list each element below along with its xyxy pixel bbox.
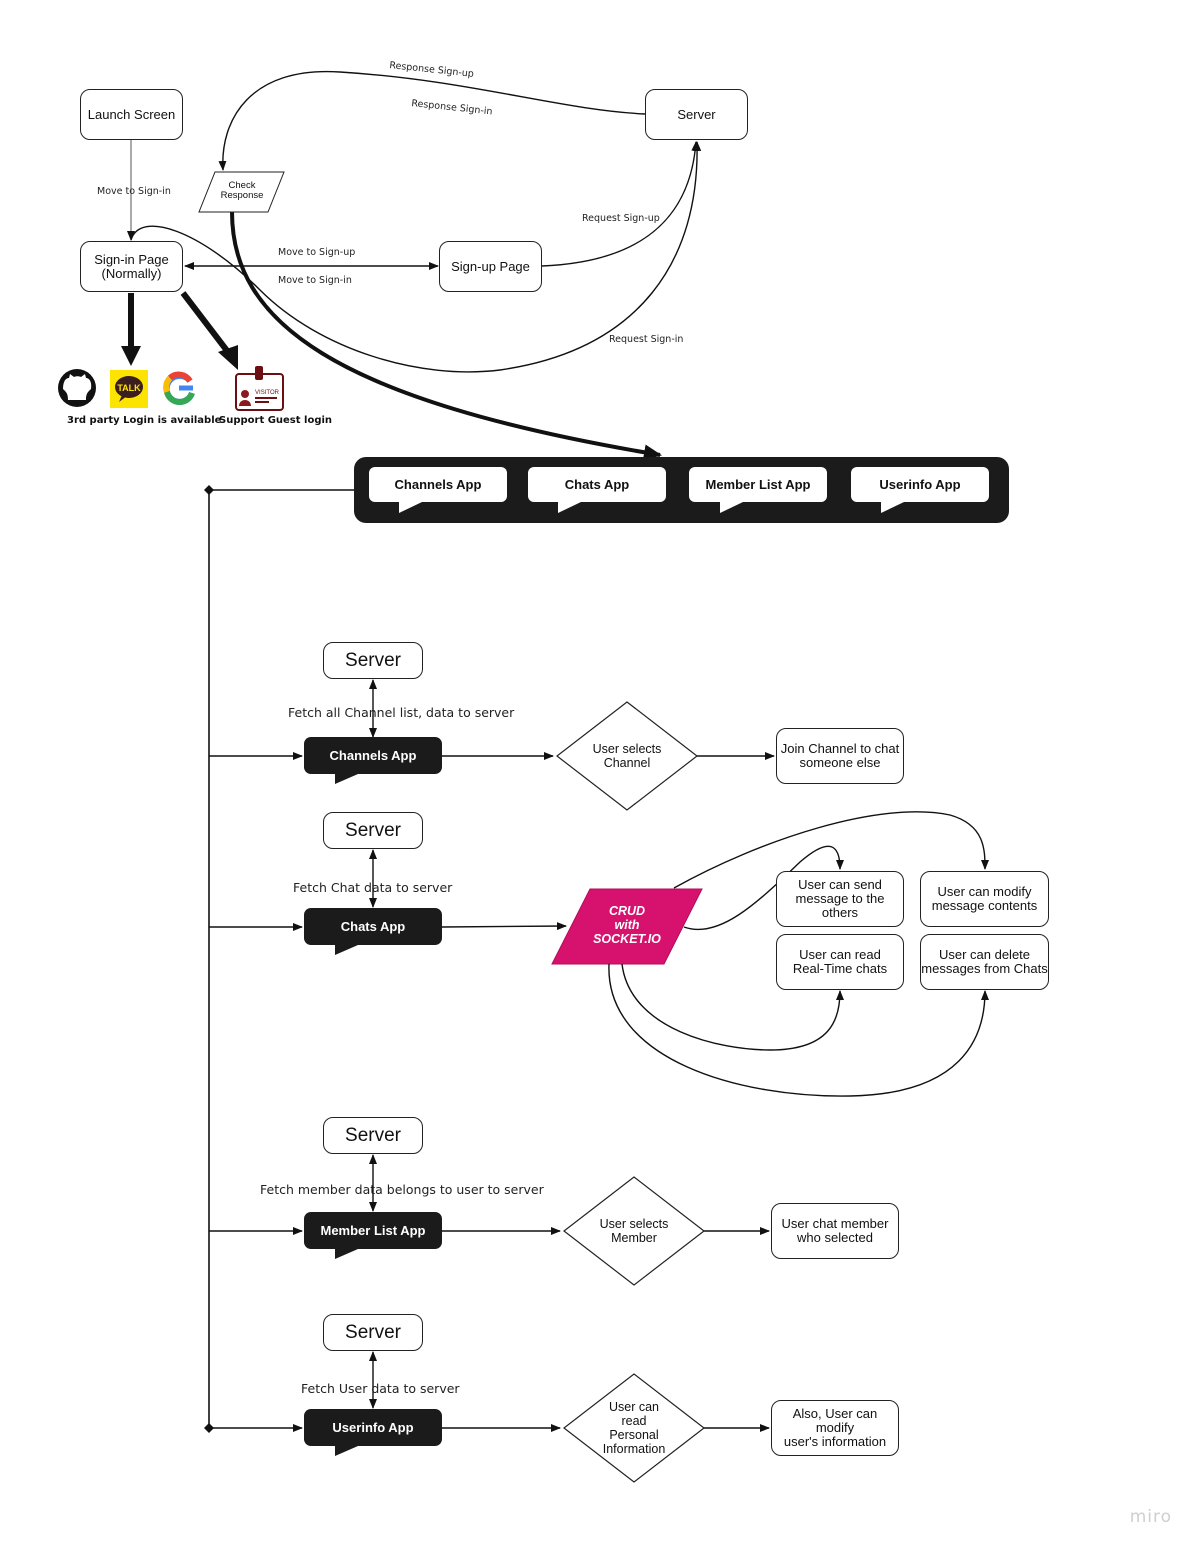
miro-watermark: miro <box>1129 1507 1172 1527</box>
tab-chats-app[interactable]: Chats App <box>528 467 666 502</box>
third-party-login-caption: 3rd party Login is available <box>67 415 222 426</box>
launch-screen-node: Launch Screen <box>80 89 183 140</box>
chats-fetch-label: Fetch Chat data to server <box>293 880 453 895</box>
kakaotalk-icon: TALK <box>110 370 148 408</box>
userinfo-decision: User can read Personal Information <box>602 1400 666 1456</box>
chat-action-delete: User can delete messages from Chats <box>920 934 1049 990</box>
visitor-badge-icon: VISITOR <box>235 366 284 411</box>
channels-decision: User selects Channel <box>592 742 662 770</box>
svg-text:TALK: TALK <box>117 383 141 393</box>
members-server-node: Server <box>323 1117 423 1154</box>
edge-signin-to-guest <box>180 291 231 354</box>
chat-action-read: User can read Real-Time chats <box>776 934 904 990</box>
edge-server-to-check <box>218 70 646 171</box>
channels-fetch-label: Fetch all Channel list, data to server <box>288 705 515 720</box>
chats-app-node: Chats App <box>304 908 442 945</box>
chat-action-modify: User can modify message contents <box>920 871 1049 927</box>
server-node-top: Server <box>645 89 748 140</box>
edge-label-launch-move-signin: Move to Sign-in <box>97 186 171 197</box>
check-response-label: Check Response <box>220 180 264 201</box>
tab-channels-app[interactable]: Channels App <box>369 467 507 502</box>
github-icon <box>58 369 96 407</box>
edge-label-move-signin: Move to Sign-in <box>278 275 352 286</box>
tab-userinfo-app[interactable]: Userinfo App <box>851 467 989 502</box>
signin-page-node: Sign-in Page (Normally) <box>80 241 183 292</box>
userinfo-fetch-label: Fetch User data to server <box>301 1381 460 1396</box>
members-result-node: User chat member who selected <box>771 1203 899 1259</box>
tab-member-list-app[interactable]: Member List App <box>689 467 827 502</box>
edge-label-request-signin: Request Sign-in <box>609 334 684 345</box>
svg-text:VISITOR: VISITOR <box>255 390 280 396</box>
chats-server-node: Server <box>323 812 423 849</box>
channels-result-node: Join Channel to chat someone else <box>776 728 904 784</box>
userinfo-server-node: Server <box>323 1314 423 1351</box>
edge-signup-to-server <box>541 141 700 267</box>
userinfo-result-node: Also, User can modify user's information <box>771 1400 899 1456</box>
edge-label-move-signup: Move to Sign-up <box>278 247 356 258</box>
channels-server-node: Server <box>323 642 423 679</box>
crud-socketio-node: CRUD with SOCKET.IO <box>593 904 661 946</box>
members-decision: User selects Member <box>599 1217 669 1245</box>
members-fetch-label: Fetch member data belongs to user to ser… <box>260 1182 544 1197</box>
userinfo-app-node: Userinfo App <box>304 1409 442 1446</box>
edge-label-request-signup: Request Sign-up <box>582 213 660 224</box>
channels-app-node: Channels App <box>304 737 442 774</box>
chat-action-send: User can send message to the others <box>776 871 904 927</box>
signup-page-node: Sign-up Page <box>439 241 542 292</box>
google-icon <box>163 371 195 405</box>
member-list-app-node: Member List App <box>304 1212 442 1249</box>
guest-login-caption: Support Guest login <box>219 415 333 426</box>
